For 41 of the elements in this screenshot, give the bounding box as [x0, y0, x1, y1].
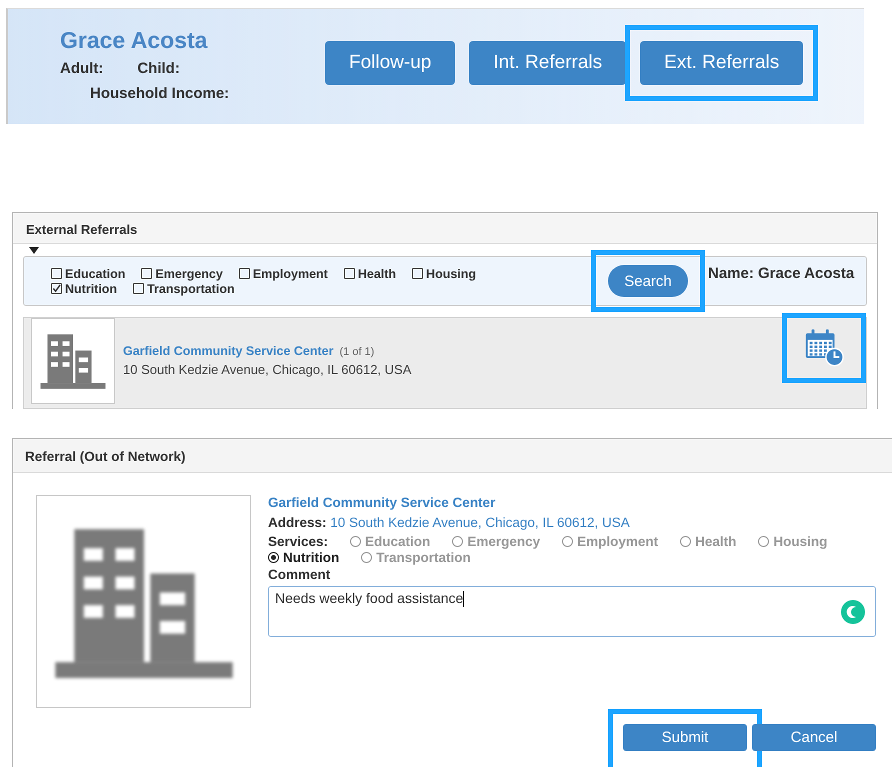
field-label: Child: — [137, 60, 180, 77]
organization-link[interactable]: Garfield Community Service Center — [123, 344, 334, 358]
client-name-label: Name: Grace Acosta — [708, 265, 854, 282]
service-radio[interactable]: Emergency — [452, 534, 540, 549]
nav-button[interactable]: Int. Referrals — [469, 41, 626, 85]
service-radio[interactable]: Education — [350, 534, 430, 549]
category-checkbox[interactable]: Nutrition — [51, 282, 118, 296]
dialog-title: Referral (Out of Network) — [13, 439, 892, 473]
panel-title: External Referrals — [13, 213, 877, 244]
address-label: Address: — [268, 515, 327, 530]
dialog-button[interactable]: Submit — [623, 724, 747, 751]
comment-field[interactable]: Needs weekly food assistance — [268, 586, 876, 637]
service-radio[interactable]: Housing — [758, 534, 828, 549]
field-label: Adult: — [60, 60, 104, 77]
collapse-caret-icon[interactable] — [29, 247, 39, 254]
service-radio[interactable]: Nutrition — [268, 550, 340, 565]
calendar-clock-icon — [803, 328, 845, 368]
result-count: (1 of 1) — [339, 346, 374, 358]
service-radio[interactable]: Employment — [562, 534, 658, 549]
organization-address: 10 South Kedzie Avenue, Chicago, IL 60612, USA — [123, 362, 412, 377]
client-name: Grace Acosta — [60, 27, 208, 54]
services-label: Services: — [268, 534, 328, 549]
field-label: Household Income: — [90, 85, 230, 102]
category-checkbox[interactable]: Health — [344, 266, 396, 280]
nav-button[interactable]: Ext. Referrals — [640, 41, 804, 85]
search-button[interactable]: Search — [608, 265, 688, 297]
category-checkbox[interactable]: Education — [51, 266, 126, 280]
comment-label: Comment — [268, 567, 332, 582]
category-checkbox[interactable]: Employment — [238, 266, 328, 280]
grammar-assistant-icon[interactable] — [841, 600, 865, 624]
address-link[interactable]: 10 South Kedzie Avenue, Chicago, IL 60612, USA — [330, 515, 630, 530]
dialog-button[interactable]: Cancel — [752, 724, 876, 751]
category-checkbox[interactable]: Emergency — [141, 266, 223, 280]
nav-button[interactable]: Follow-up — [325, 41, 456, 85]
category-checkbox[interactable]: Housing — [412, 266, 476, 280]
organization-name: Garfield Community Service Center — [268, 495, 496, 510]
service-radio[interactable]: Transportation — [361, 550, 471, 565]
service-radio[interactable]: Health — [680, 534, 736, 549]
category-checkbox[interactable]: Transportation — [133, 282, 235, 296]
building-icon — [38, 332, 108, 390]
checkmark-icon — [52, 284, 61, 293]
